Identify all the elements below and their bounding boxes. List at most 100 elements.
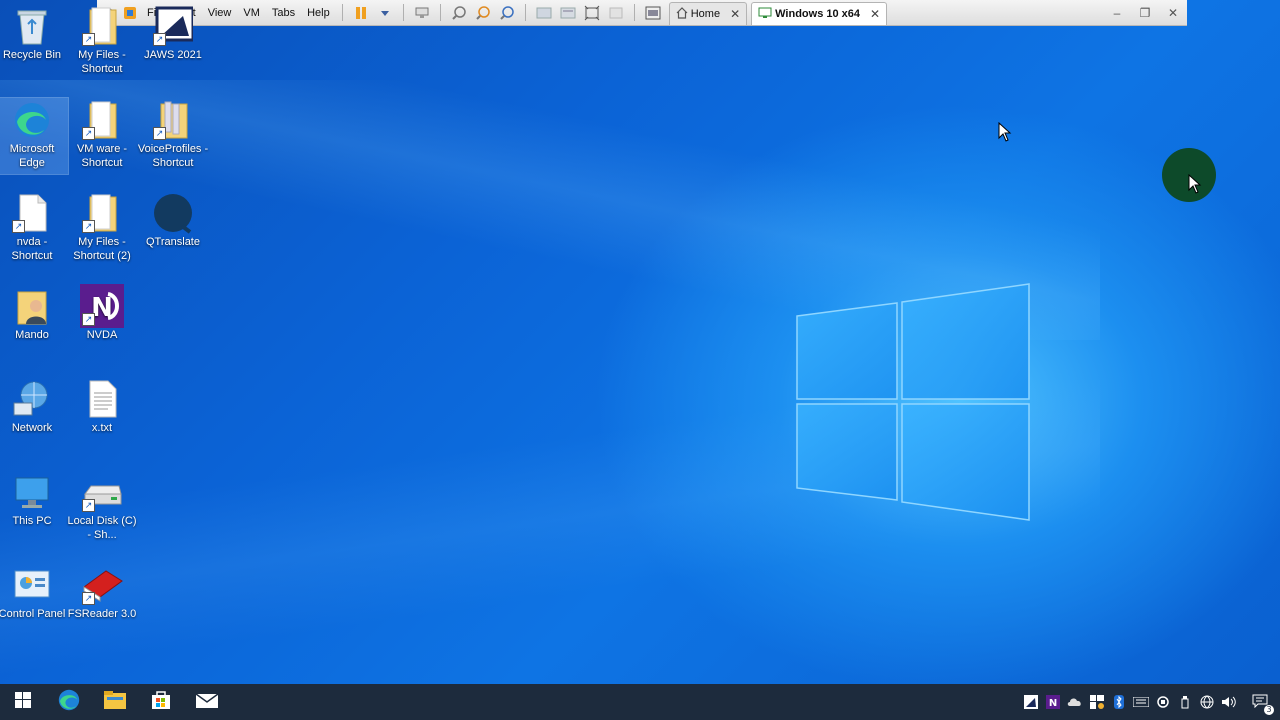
tab-vm-label: Windows 10 x64 — [775, 8, 861, 20]
minimize-icon[interactable]: – — [1103, 6, 1131, 20]
computer-icon — [10, 470, 54, 514]
desktop-icon-jaws-2021[interactable]: ↗ JAWS 2021 — [137, 4, 209, 62]
toolbar-separator — [524, 4, 526, 21]
desktop-icon-recycle-bin[interactable]: Recycle Bin — [0, 4, 68, 62]
shortcut-arrow-icon: ↗ — [82, 313, 95, 326]
vm-icon — [758, 7, 772, 22]
desktop-icon-label: My Files - Shortcut (2) — [73, 236, 131, 262]
menu-help[interactable]: Help — [301, 7, 336, 19]
desktop-icon-label: My Files - Shortcut — [78, 49, 126, 75]
taskbar: N 3 — [0, 684, 1280, 720]
text-file-icon — [80, 377, 124, 421]
vmware-toolbar: File Edit View VM Tabs Help Ho — [97, 0, 1187, 26]
recycle-bin-icon — [10, 4, 54, 48]
desktop-icon-label: JAWS 2021 — [144, 49, 202, 61]
desktop-icon-label: Recycle Bin — [2, 49, 62, 61]
desktop-icon-control-panel[interactable]: Control Panel — [0, 563, 68, 621]
light-beam-lower — [0, 380, 1100, 680]
tab-windows-10-x64[interactable]: Windows 10 x64 ✕ — [751, 2, 888, 25]
jaws-icon: ↗ — [151, 4, 195, 48]
tab-home-close-icon[interactable]: ✕ — [730, 7, 740, 21]
system-tray: N 3 — [1020, 684, 1280, 720]
close-icon[interactable]: ✕ — [1159, 6, 1187, 20]
folder-icon: ↗ — [80, 98, 124, 142]
nvda-tray-icon[interactable]: N — [1042, 684, 1064, 720]
shortcut-arrow-icon: ↗ — [153, 127, 166, 140]
svg-text:N: N — [1049, 698, 1057, 709]
desktop-icon-microsoft-edge[interactable]: Microsoft Edge — [0, 97, 69, 175]
disk-icon: ↗ — [80, 470, 124, 514]
taskbar-mail-button[interactable] — [184, 684, 230, 720]
shortcut-arrow-icon: ↗ — [82, 499, 95, 512]
full-screen-icon[interactable] — [583, 4, 601, 22]
menu-vm[interactable]: VM — [237, 7, 266, 19]
desktop-icon-nvda-shortcut[interactable]: ↗ nvda - Shortcut — [0, 191, 68, 263]
desktop-icon-label: QTranslate — [145, 236, 200, 248]
desktop-icon-x-txt[interactable]: x.txt — [66, 377, 138, 435]
taskbar-file-explorer-button[interactable] — [92, 684, 138, 720]
cloud-icon[interactable] — [1064, 684, 1086, 720]
desktop-icon-mando[interactable]: Mando — [0, 284, 68, 342]
security-icon[interactable] — [1086, 684, 1108, 720]
send-ctrl-alt-del-icon[interactable] — [413, 4, 431, 22]
desktop-icon-voiceprofiles-shortcut[interactable]: ↗ VoiceProfiles - Shortcut — [137, 98, 209, 170]
view-sidebar-icon[interactable] — [535, 4, 553, 22]
desktop-icon-network[interactable]: Network — [0, 377, 68, 435]
desktop-icon-label: VoiceProfiles - Shortcut — [137, 143, 209, 169]
shortcut-arrow-icon: ↗ — [82, 220, 95, 233]
control-panel-icon — [10, 563, 54, 607]
restore-icon[interactable]: ❐ — [1131, 6, 1159, 20]
view-thumbnail-icon[interactable] — [559, 4, 577, 22]
shortcut-arrow-icon: ↗ — [82, 592, 95, 605]
file-explorer-icon — [104, 691, 126, 713]
desktop-icon-my-files-shortcut[interactable]: ↗ My Files - Shortcut — [66, 4, 138, 76]
desktop-icon-label: Network — [11, 422, 53, 434]
revert-snapshot-icon[interactable] — [474, 4, 492, 22]
desktop-icon-label: Mando — [15, 329, 49, 341]
tab-vm-close-icon[interactable]: ✕ — [870, 7, 880, 21]
snapshot-manager-icon[interactable] — [498, 4, 516, 22]
toolbar-separator — [402, 4, 404, 21]
jaws-tray-icon[interactable] — [1020, 684, 1042, 720]
unity-icon[interactable] — [607, 4, 625, 22]
bluetooth-icon[interactable] — [1108, 684, 1130, 720]
desktop-icon-qtranslate[interactable]: QTranslate — [137, 191, 209, 249]
chevron-down-icon[interactable] — [376, 4, 394, 22]
start-button[interactable] — [0, 684, 46, 720]
window-controls: – ❐ ✕ — [1103, 0, 1187, 25]
desktop-icon-label: x.txt — [91, 422, 113, 434]
pause-icon[interactable] — [352, 4, 370, 22]
notification-center-button[interactable]: 3 — [1240, 684, 1280, 720]
desktop-icon-nvda[interactable]: N ↗ NVDA — [66, 284, 138, 342]
folder-icon: ↗ — [151, 98, 195, 142]
tab-home[interactable]: Home ✕ — [668, 2, 748, 25]
desktop-icon-local-disk-shortcut[interactable]: ↗ Local Disk (C) - Sh... — [66, 470, 138, 542]
book-icon: ↗ — [80, 563, 124, 607]
snapshot-icon[interactable] — [450, 4, 468, 22]
edge-icon — [57, 688, 81, 716]
file-icon: ↗ — [10, 191, 54, 235]
taskbar-store-button[interactable] — [138, 684, 184, 720]
usb-icon[interactable] — [1174, 684, 1196, 720]
shortcut-arrow-icon: ↗ — [82, 127, 95, 140]
desktop-icon-my-files-shortcut-2[interactable]: ↗ My Files - Shortcut (2) — [66, 191, 138, 263]
desktop-icon-label: nvda - Shortcut — [11, 236, 53, 262]
display-icon[interactable] — [1152, 684, 1174, 720]
menu-tabs[interactable]: Tabs — [266, 7, 301, 19]
volume-icon[interactable] — [1218, 684, 1240, 720]
desktop-icon-vmware-shortcut[interactable]: ↗ VM ware - Shortcut — [66, 98, 138, 170]
desktop-icon-this-pc[interactable]: This PC — [0, 470, 68, 528]
shortcut-arrow-icon: ↗ — [153, 33, 166, 46]
keyboard-icon[interactable] — [1130, 684, 1152, 720]
globe-icon[interactable] — [1196, 684, 1218, 720]
taskbar-edge-button[interactable] — [46, 684, 92, 720]
toolbar-separator — [633, 4, 635, 21]
console-view-icon[interactable] — [644, 4, 662, 22]
shortcut-arrow-icon: ↗ — [12, 220, 25, 233]
desktop-icon-label: Local Disk (C) - Sh... — [67, 515, 137, 541]
desktop-icon-fsreader[interactable]: ↗ FSReader 3.0 — [66, 563, 138, 621]
network-icon — [10, 377, 54, 421]
user-folder-icon — [10, 284, 54, 328]
edge-icon — [10, 98, 54, 142]
start-icon — [15, 692, 31, 712]
